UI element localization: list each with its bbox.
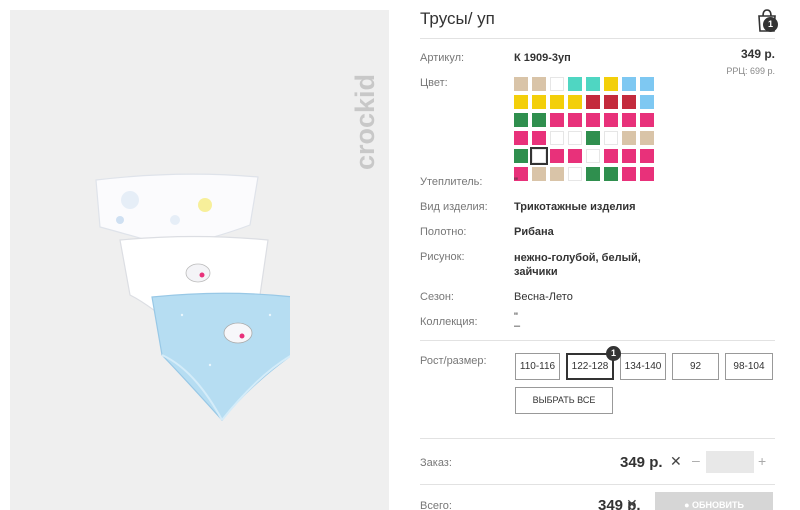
color-swatch[interactable]: [622, 131, 636, 145]
size-quantity-badge: 1: [606, 346, 621, 361]
color-swatch[interactable]: [604, 149, 618, 163]
clear-total-icon[interactable]: ✕: [626, 496, 638, 510]
cart-count-badge: 1: [763, 17, 778, 32]
collection-label: Коллекция:: [420, 316, 478, 328]
color-swatch[interactable]: [532, 95, 546, 109]
product-title: Трусы/ уп: [420, 9, 495, 28]
crockid-logo: crockid: [350, 74, 380, 170]
color-swatch[interactable]: [586, 149, 600, 163]
color-swatch-grid: [514, 77, 654, 181]
color-swatch[interactable]: [532, 167, 546, 181]
product-type-value: Трикотажные изделия: [514, 201, 636, 213]
insulation-value: ": [514, 176, 518, 188]
color-swatch[interactable]: [514, 113, 528, 127]
update-icon: ●: [684, 500, 693, 510]
product-image-panel: crockid: [10, 10, 389, 510]
color-swatch[interactable]: [532, 77, 546, 91]
color-swatch[interactable]: [550, 167, 564, 181]
color-swatch[interactable]: [532, 113, 546, 127]
size-option-98-104[interactable]: 98-104: [725, 353, 773, 380]
color-swatch[interactable]: [514, 149, 528, 163]
color-swatch[interactable]: [530, 147, 548, 165]
article-value: К 1909-3уп: [514, 52, 571, 64]
color-swatch[interactable]: [586, 113, 600, 127]
color-swatch[interactable]: [640, 113, 654, 127]
color-swatch[interactable]: [514, 131, 528, 145]
product-price: 349 р.: [740, 47, 775, 61]
color-swatch[interactable]: [622, 113, 636, 127]
fabric-label: Полотно:: [420, 226, 467, 238]
color-swatch[interactable]: [514, 77, 528, 91]
color-swatch[interactable]: [604, 95, 618, 109]
color-swatch[interactable]: [532, 131, 546, 145]
color-swatch[interactable]: [604, 113, 618, 127]
color-label: Цвет:: [420, 77, 448, 89]
color-swatch[interactable]: [550, 131, 564, 145]
fabric-value: Рибана: [514, 226, 554, 238]
decrease-quantity-button[interactable]: –: [692, 452, 700, 468]
total-label: Всего:: [420, 500, 452, 510]
color-swatch[interactable]: [604, 167, 618, 181]
color-swatch[interactable]: [586, 77, 600, 91]
size-option-134-140[interactable]: 134-140: [620, 353, 666, 380]
select-all-button[interactable]: ВЫБРАТЬ ВСЕ: [515, 387, 613, 414]
color-swatch[interactable]: [568, 77, 582, 91]
color-swatch[interactable]: [568, 113, 582, 127]
divider: [420, 438, 775, 439]
color-swatch[interactable]: [640, 131, 654, 145]
pattern-label: Рисунок:: [420, 251, 465, 263]
color-swatch[interactable]: [550, 77, 564, 91]
color-swatch[interactable]: [640, 77, 654, 91]
remove-icon[interactable]: ✕: [670, 453, 682, 470]
color-swatch[interactable]: [550, 149, 564, 163]
color-swatch[interactable]: [640, 149, 654, 163]
size-label: Рост/размер:: [420, 355, 487, 367]
color-swatch[interactable]: [622, 77, 636, 91]
product-photo: [95, 173, 290, 421]
update-button-label: ОБНОВИТЬ: [692, 500, 744, 510]
divider: [420, 38, 775, 39]
increase-quantity-button[interactable]: +: [758, 453, 766, 469]
color-swatch[interactable]: [586, 167, 600, 181]
color-swatch[interactable]: [514, 95, 528, 109]
insulation-label: Утеплитель:: [420, 176, 483, 188]
size-option-92[interactable]: 92: [672, 353, 719, 380]
color-swatch[interactable]: [622, 95, 636, 109]
color-swatch[interactable]: [550, 113, 564, 127]
season-label: Сезон:: [420, 291, 454, 303]
order-label: Заказ:: [420, 457, 452, 469]
color-swatch[interactable]: [604, 131, 618, 145]
color-swatch[interactable]: [586, 95, 600, 109]
color-swatch[interactable]: [604, 77, 618, 91]
recommended-retail-price: РРЦ: 699 р.: [726, 66, 775, 76]
product-details: Трусы/ уп 1 Артикул: К 1909-3уп 349 р. Р…: [420, 0, 800, 510]
pattern-value: нежно-голубой, белый, зайчики: [514, 252, 641, 278]
product-type-label: Вид изделия:: [420, 201, 488, 213]
divider: [420, 340, 775, 341]
color-swatch[interactable]: [568, 149, 582, 163]
color-swatch[interactable]: [568, 131, 582, 145]
color-swatch[interactable]: [640, 167, 654, 181]
order-price: 349 р.: [620, 454, 663, 471]
divider: [420, 484, 775, 485]
color-swatch[interactable]: [622, 167, 636, 181]
article-label: Артикул:: [420, 52, 465, 64]
season-value: Весна-Лето: [514, 291, 573, 303]
size-option-110-116[interactable]: 110-116: [515, 353, 560, 380]
color-swatch[interactable]: [640, 95, 654, 109]
brand-logo-text: crockid: [350, 74, 380, 170]
quantity-input[interactable]: [706, 451, 754, 473]
color-swatch[interactable]: [568, 167, 582, 181]
color-swatch[interactable]: [550, 95, 564, 109]
color-swatch[interactable]: [586, 131, 600, 145]
collection-value: " –: [514, 311, 521, 332]
color-swatch[interactable]: [622, 149, 636, 163]
color-swatch[interactable]: [568, 95, 582, 109]
update-button[interactable]: ● ОБНОВИТЬ: [655, 492, 773, 510]
